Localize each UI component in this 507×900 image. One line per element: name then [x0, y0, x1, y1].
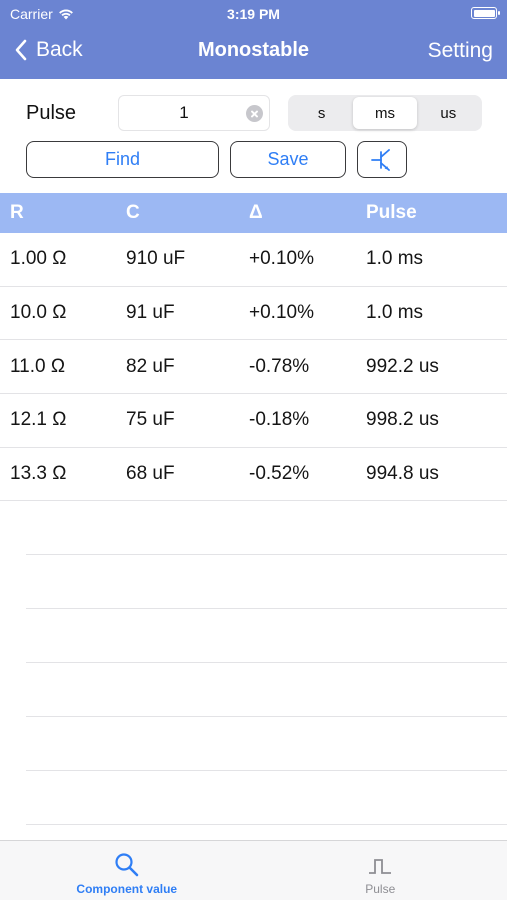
cell-delta: +0.10% — [249, 248, 314, 270]
empty-row — [26, 501, 507, 555]
tab-component-value-label: Component value — [76, 882, 178, 896]
pulse-field — [118, 95, 270, 131]
transistor-symbol-icon — [371, 148, 390, 171]
table-row[interactable]: 1.00 Ω 910 uF +0.10% 1.0 ms — [0, 233, 507, 287]
cell-pulse: 994.8 us — [366, 463, 439, 485]
cell-c: 75 uF — [126, 409, 175, 431]
pulse-waveform-icon — [369, 859, 392, 874]
save-button[interactable]: Save — [230, 141, 346, 178]
table-row[interactable]: 11.0 Ω 82 uF -0.78% 992.2 us — [0, 340, 507, 395]
back-button[interactable]: Back — [14, 38, 83, 62]
cell-c: 91 uF — [126, 302, 175, 324]
empty-row — [26, 771, 507, 825]
tab-component-value[interactable]: Component value — [0, 841, 254, 900]
controls-panel: Pulse s ms us Find Save — [0, 79, 507, 193]
cell-pulse: 1.0 ms — [366, 302, 424, 324]
header-r: R — [10, 202, 24, 223]
tab-bar: Component value Pulse — [0, 840, 507, 900]
battery-icon — [471, 7, 500, 19]
cell-pulse: 998.2 us — [366, 409, 439, 431]
unit-option-s[interactable]: s — [290, 97, 353, 129]
header-delta: Δ — [249, 202, 263, 223]
pulse-label: Pulse — [26, 102, 77, 124]
cell-delta: +0.10% — [249, 302, 314, 324]
cell-delta: -0.18% — [249, 409, 310, 431]
clock: 3:19 PM — [227, 6, 280, 22]
status-bar: Carrier 3:19 PM — [0, 0, 507, 28]
cell-r: 13.3 Ω — [10, 463, 67, 485]
cell-delta: -0.78% — [249, 355, 310, 377]
empty-row — [26, 555, 507, 609]
header: Carrier 3:19 PM Back Monostable Setting — [0, 0, 507, 79]
cell-pulse: 992.2 us — [366, 355, 439, 377]
cell-c: 910 uF — [126, 248, 186, 270]
cell-r: 1.00 Ω — [10, 248, 67, 270]
navigation-bar: Back Monostable Setting — [0, 28, 507, 79]
table-row[interactable]: 12.1 Ω 75 uF -0.18% 998.2 us — [0, 394, 507, 448]
unit-segmented-control: s ms us — [288, 95, 482, 131]
results-table: 1.00 Ω 910 uF +0.10% 1.0 ms 10.0 Ω 91 uF… — [0, 233, 507, 502]
unit-option-us[interactable]: us — [417, 97, 480, 129]
search-icon — [115, 853, 139, 877]
cell-delta: -0.52% — [249, 463, 310, 485]
unit-option-ms[interactable]: ms — [353, 97, 417, 129]
table-row[interactable]: 13.3 Ω 68 uF -0.52% 994.8 us — [0, 448, 507, 502]
clear-icon[interactable] — [246, 105, 263, 122]
cell-r: 11.0 Ω — [10, 355, 66, 377]
cell-c: 82 uF — [126, 355, 175, 377]
transistor-button[interactable] — [357, 141, 407, 178]
back-label: Back — [36, 38, 83, 61]
cell-r: 10.0 Ω — [10, 302, 67, 324]
table-row[interactable]: 10.0 Ω 91 uF +0.10% 1.0 ms — [0, 287, 507, 341]
table-header: R C Δ Pulse — [0, 193, 507, 233]
tab-pulse[interactable]: Pulse — [254, 841, 507, 900]
header-c: C — [126, 202, 140, 223]
chevron-left-icon — [15, 39, 27, 61]
empty-row — [26, 717, 507, 771]
tab-pulse-label: Pulse — [365, 882, 396, 896]
empty-row — [26, 663, 507, 717]
cell-c: 68 uF — [126, 463, 175, 485]
empty-row — [26, 609, 507, 663]
setting-button[interactable]: Setting — [428, 39, 493, 63]
cell-pulse: 1.0 ms — [366, 248, 424, 270]
empty-rows — [26, 501, 507, 825]
header-pulse: Pulse — [366, 202, 417, 223]
cell-r: 12.1 Ω — [10, 409, 67, 431]
find-button[interactable]: Find — [26, 141, 219, 178]
